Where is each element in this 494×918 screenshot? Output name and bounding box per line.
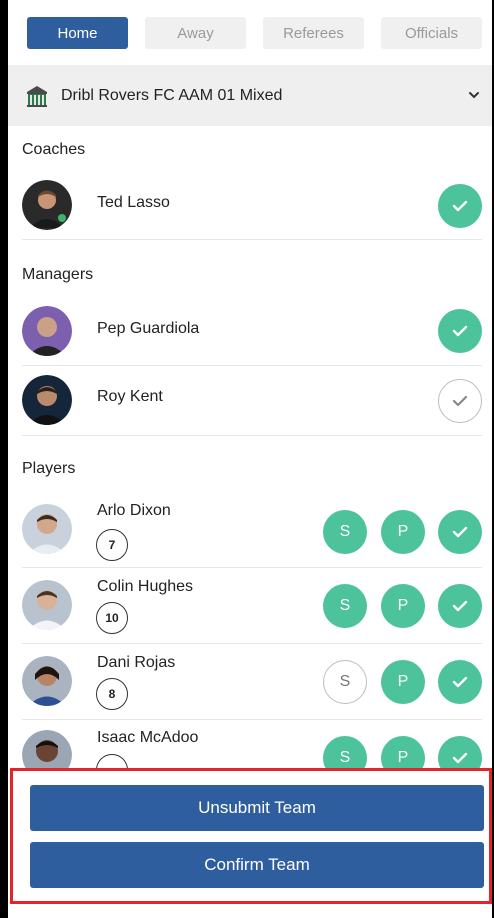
team-selector[interactable]: Dribl Rovers FC AAM 01 Mixed	[8, 65, 492, 126]
club-crest-icon	[27, 85, 47, 107]
avatar	[22, 180, 72, 230]
jersey-number: 10	[96, 602, 128, 634]
team-actions-panel: Unsubmit Team Confirm Team	[10, 768, 492, 904]
team-name: Dribl Rovers FC AAM 01 Mixed	[61, 86, 283, 104]
player-name: Dani Rojas	[97, 654, 176, 671]
player-row: Isaac McAdoo S P	[8, 720, 492, 768]
starter-toggle[interactable]: S	[323, 736, 367, 768]
coach-row: Ted Lasso	[8, 170, 492, 240]
tab-home[interactable]: Home	[27, 17, 128, 49]
check-icon	[452, 526, 468, 538]
jersey-number: 7	[96, 529, 128, 561]
row-divider	[22, 239, 482, 240]
team-sheet-screen: Home Away Referees Officials Dribl Rover…	[8, 0, 492, 918]
tab-away[interactable]: Away	[145, 17, 246, 49]
section-title-players: Players	[22, 460, 76, 477]
check-icon	[452, 395, 468, 407]
availability-toggle[interactable]	[438, 660, 482, 704]
availability-toggle[interactable]	[438, 510, 482, 554]
jersey-number	[96, 754, 128, 768]
starter-toggle[interactable]: S	[323, 660, 367, 704]
player-row: Arlo Dixon 7 S P	[8, 492, 492, 568]
avatar	[22, 504, 72, 554]
section-title-coaches: Coaches	[22, 141, 86, 158]
player-name: Arlo Dixon	[97, 502, 171, 519]
avatar	[22, 375, 72, 425]
check-icon	[452, 600, 468, 612]
check-icon	[452, 200, 468, 212]
avatar	[22, 306, 72, 356]
confirm-team-button[interactable]: Confirm Team	[30, 842, 484, 888]
player-name: Colin Hughes	[97, 578, 194, 595]
check-icon	[452, 325, 468, 337]
player-row: Colin Hughes 10 S P	[8, 568, 492, 644]
row-divider	[22, 435, 482, 436]
availability-toggle[interactable]	[438, 584, 482, 628]
avatar	[22, 730, 72, 768]
tab-referees[interactable]: Referees	[263, 17, 364, 49]
check-icon	[452, 676, 468, 688]
tab-bar: Home Away Referees Officials	[27, 17, 482, 49]
playing-toggle[interactable]: P	[381, 510, 425, 554]
manager-name: Roy Kent	[97, 388, 163, 405]
starter-toggle[interactable]: S	[323, 510, 367, 554]
availability-toggle[interactable]	[438, 379, 482, 423]
chevron-down-icon[interactable]	[466, 87, 482, 103]
unsubmit-team-button[interactable]: Unsubmit Team	[30, 785, 484, 831]
avatar	[22, 656, 72, 706]
availability-toggle[interactable]	[438, 736, 482, 768]
player-name: Isaac McAdoo	[97, 729, 199, 746]
availability-toggle[interactable]	[438, 184, 482, 228]
coach-name: Ted Lasso	[97, 194, 170, 211]
starter-toggle[interactable]: S	[323, 584, 367, 628]
playing-toggle[interactable]: P	[381, 660, 425, 704]
availability-toggle[interactable]	[438, 309, 482, 353]
jersey-number: 8	[96, 678, 128, 710]
playing-toggle[interactable]: P	[381, 736, 425, 768]
manager-name: Pep Guardiola	[97, 320, 200, 337]
check-icon	[452, 752, 468, 764]
avatar	[22, 580, 72, 630]
manager-row: Roy Kent	[8, 366, 492, 436]
playing-toggle[interactable]: P	[381, 584, 425, 628]
tab-officials[interactable]: Officials	[381, 17, 482, 49]
section-title-managers: Managers	[22, 266, 94, 283]
manager-row: Pep Guardiola	[8, 296, 492, 366]
player-row: Dani Rojas 8 S P	[8, 644, 492, 720]
